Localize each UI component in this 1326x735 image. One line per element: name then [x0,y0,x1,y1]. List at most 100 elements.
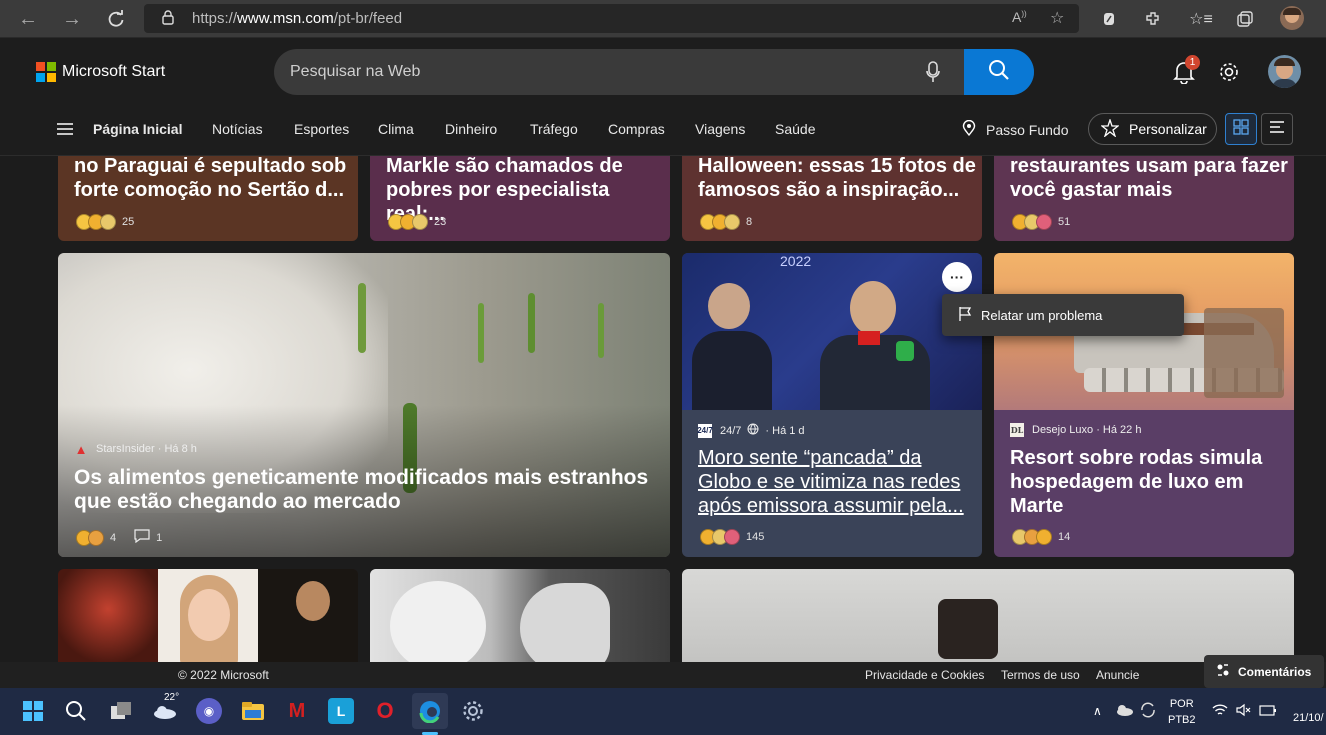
notification-badge: 1 [1185,55,1200,70]
comment-icon[interactable] [134,529,150,546]
search-icon[interactable] [63,698,89,724]
reaction-bar[interactable]: 4 1 [76,529,162,546]
card-source[interactable]: 24/7 24/7 · Há 1 d [697,423,805,438]
reaction-bar[interactable]: 14 [1012,529,1070,545]
reaction-bar[interactable]: 8 [700,214,752,230]
task-view-icon[interactable] [108,698,134,724]
image-overlay-text: 2022 [780,253,812,269]
news-feed: no Paraguai é sepultado sob forte comoção… [0,156,1326,662]
clock-date[interactable]: 21/10/ [1293,712,1324,724]
windows-start-icon[interactable] [20,698,46,724]
card-source[interactable]: ▲ StarsInsider · Há 8 h [74,442,197,457]
mcafee-icon[interactable]: M [284,698,310,724]
comment-count: 1 [156,531,163,544]
forward-icon[interactable]: → [60,7,84,31]
card-headline[interactable]: no Paraguai é sepultado sob forte comoção… [74,156,346,202]
collections-icon[interactable] [1234,8,1256,30]
settings-gear-icon[interactable] [1218,61,1240,88]
favorites-icon[interactable]: ☆≡ [1189,8,1213,30]
card-headline[interactable]: Moro sente “pancada” da Globo e se vitimi… [698,446,964,518]
source-label: StarsInsider · Há 8 h [96,443,197,455]
nav-item-news[interactable]: Notícias [212,121,263,137]
card-source[interactable]: DL Desejo Luxo · Há 22 h [1010,423,1141,437]
back-icon[interactable]: ← [16,7,40,31]
notifications-bell-icon[interactable]: 1 [1173,55,1200,89]
news-card[interactable]: 2022 24/7 24/7 · Há 1 d Moro sente “panc… [682,253,982,557]
card-headline[interactable]: Resort sobre rodas simula hospedagem de l… [1010,446,1262,518]
news-card[interactable]: no Paraguai é sepultado sob forte comoção… [58,156,358,241]
grid-view-button[interactable] [1225,113,1257,145]
refresh-icon[interactable] [104,7,128,31]
news-card[interactable]: restaurantes usam para fazer você gastar … [994,156,1294,241]
list-view-button[interactable] [1261,113,1293,145]
feedback-button[interactable]: Comentários [1204,655,1324,688]
microphone-icon[interactable] [926,61,940,88]
nav-item-weather[interactable]: Clima [378,121,414,137]
nav-item-sports[interactable]: Esportes [294,121,349,137]
privacy-link[interactable]: Privacidade e Cookies [865,668,984,682]
settings-gear-icon[interactable] [460,698,486,724]
nav-item-money[interactable]: Dinheiro [445,121,497,137]
page-footer: © 2022 Microsoft Privacidade e Cookies T… [0,662,1326,688]
news-card[interactable]: Markle são chamados de pobres por especia… [370,156,670,241]
nav-item-health[interactable]: Saúde [775,121,815,137]
context-menu: Relatar um problema [942,294,1184,336]
teams-chat-icon[interactable]: ◉ [196,698,222,724]
file-explorer-icon[interactable] [240,698,266,724]
card-headline[interactable]: Os alimentos geneticamente modificados m… [74,466,648,514]
nav-item-home[interactable]: Página Inicial [93,121,182,137]
performer-image [58,569,158,662]
msn-header: Microsoft Start Pesquisar na Web 1 [0,38,1326,106]
extensions-icon[interactable] [1142,8,1164,30]
read-aloud-icon[interactable]: A)) [1012,9,1027,25]
battery-icon[interactable] [1259,703,1277,722]
volume-muted-icon[interactable] [1236,703,1252,722]
gavel-image [938,599,998,659]
card-headline[interactable]: restaurantes usam para fazer você gastar … [1010,156,1288,202]
microsoft-start-logo[interactable]: Microsoft Start [36,62,165,82]
thumbs-up-icon [1036,529,1052,545]
location-selector[interactable]: Passo Fundo [962,119,1069,139]
news-card[interactable]: Halloween: essas 15 fotos de famosos são … [682,156,982,241]
advertise-link[interactable]: Anuncie [1096,668,1139,682]
wifi-icon[interactable] [1212,703,1228,722]
nav-item-shopping[interactable]: Compras [608,121,665,137]
sync-icon[interactable] [1139,701,1157,724]
reaction-bar[interactable]: 51 [1012,214,1070,230]
profile-avatar[interactable] [1280,6,1304,30]
desejo-luxo-logo-icon: DL [1010,423,1024,437]
l-app-icon[interactable]: L [328,698,354,724]
reaction-bar[interactable]: 25 [76,214,134,230]
reaction-bar[interactable]: 145 [700,529,764,545]
news-card[interactable] [370,569,670,662]
nav-item-travel[interactable]: Viagens [695,121,745,137]
onedrive-cloud-icon[interactable] [1115,703,1133,721]
user-avatar[interactable] [1268,55,1301,88]
favorite-star-icon[interactable]: ☆ [1050,8,1064,28]
search-button[interactable] [964,49,1034,95]
search-box[interactable]: Pesquisar na Web [274,49,1034,95]
surprised-emoji-icon [100,214,116,230]
personalize-button[interactable]: Personalizar [1088,113,1217,145]
reaction-bar[interactable]: 23 [388,214,446,230]
pen-icon[interactable] [1098,8,1120,30]
card-headline[interactable]: Halloween: essas 15 fotos de famosos são … [698,156,976,202]
news-card[interactable] [58,569,358,662]
edge-browser-icon[interactable] [412,693,448,729]
news-card[interactable] [682,569,1294,662]
weather-widget-icon[interactable]: 22° [152,692,179,724]
input-language-indicator[interactable]: POR PTB2 [1168,698,1196,726]
opera-icon[interactable]: O [372,698,398,724]
chevron-up-icon[interactable]: ∧ [1093,704,1102,718]
hamburger-menu-icon[interactable] [56,122,74,141]
terms-link[interactable]: Termos de uso [1001,668,1080,682]
featured-news-card[interactable]: ▲ StarsInsider · Há 8 h Os alimentos gen… [58,253,670,557]
address-bar[interactable]: https://www.msn.com/pt-br/feed A)) ☆ [144,4,1079,33]
search-input[interactable]: Pesquisar na Web [290,63,420,81]
nav-item-traffic[interactable]: Tráfego [530,121,578,137]
more-options-button[interactable]: ··· [942,262,972,292]
feedback-icon [1216,663,1230,680]
angry-emoji-icon [88,529,104,546]
report-problem-item[interactable]: Relatar um problema [981,308,1102,323]
feedback-label: Comentários [1238,664,1312,679]
